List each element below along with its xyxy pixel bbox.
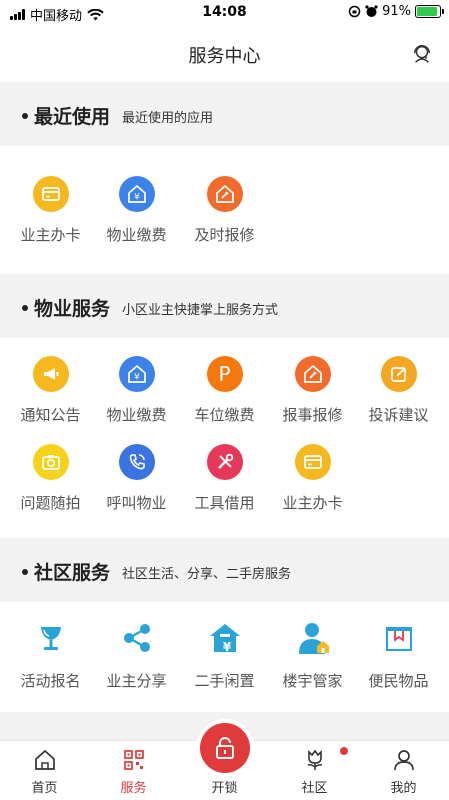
svg-text:¥: ¥ — [134, 373, 140, 383]
tab-label: 服务 — [120, 781, 147, 796]
tab-label: 我的 — [390, 781, 417, 796]
tile-label: 工具借用 — [194, 494, 255, 512]
bullet-dot — [22, 305, 28, 311]
card-icon — [32, 176, 69, 212]
property-panel: 通知公告 ¥ 物业缴费 P 车位缴费 报事报修 投诉建议 问题随拍 呼叫物业 工… — [0, 338, 449, 538]
tab-service[interactable]: 服务 — [89, 741, 178, 800]
svg-text:¥: ¥ — [222, 640, 231, 654]
repair-icon — [206, 176, 243, 212]
property-fee-icon: ¥ — [118, 356, 155, 392]
unlock-button[interactable] — [200, 723, 250, 773]
tab-label: 开锁 — [211, 781, 238, 796]
megaphone-icon — [32, 356, 69, 392]
recent-panel: 业主办卡 ¥ 物业缴费 及时报修 — [0, 146, 449, 274]
tools-icon — [206, 444, 243, 480]
property-item-property-fee[interactable]: ¥ 物业缴费 — [92, 356, 181, 425]
community-panel: 活动报名 业主分享 ¥ 二手闲置 楼宇管家 便民物品 — [0, 602, 449, 712]
property-item-parking-fee[interactable]: P 车位缴费 — [180, 356, 269, 425]
status-bar: 中国移动 14:08 91% — [0, 0, 449, 26]
tile-label: 通知公告 — [20, 406, 81, 424]
tile-label: 物业缴费 — [106, 226, 167, 244]
recent-item-owner-card[interactable]: 业主办卡 — [6, 176, 95, 245]
phone-icon — [118, 444, 155, 480]
tile-label: 业主办卡 — [282, 494, 343, 512]
property-item-notice[interactable]: 通知公告 — [6, 356, 95, 425]
box-icon — [379, 618, 419, 658]
community-badge-dot — [340, 747, 348, 755]
svg-text:¥: ¥ — [134, 193, 140, 203]
community-item-event-signup[interactable]: 活动报名 — [6, 618, 95, 691]
house-sale-icon: ¥ — [205, 618, 245, 658]
person-icon — [394, 750, 414, 771]
tile-label: 呼叫物业 — [106, 494, 167, 512]
tile-label: 楼宇管家 — [282, 672, 343, 690]
tile-label: 业主分享 — [106, 672, 167, 690]
share-icon — [117, 618, 157, 658]
community-item-second-hand[interactable]: ¥ 二手闲置 — [180, 618, 269, 691]
alarm-icon — [365, 5, 378, 17]
tab-label: 首页 — [31, 781, 58, 796]
tulip-icon — [307, 749, 323, 770]
community-item-building-butler[interactable]: 楼宇管家 — [268, 618, 357, 691]
tile-label: 物业缴费 — [106, 406, 167, 424]
camera-icon — [32, 444, 69, 480]
section-community-header: 社区服务 社区生活、分享、二手房服务 — [0, 540, 449, 602]
tab-label: 社区 — [301, 781, 328, 796]
bullet-dot — [22, 113, 28, 119]
property-fee-icon: ¥ — [118, 176, 155, 212]
tile-label: 业主办卡 — [20, 226, 81, 244]
tab-home[interactable]: 首页 — [0, 741, 89, 800]
trophy-icon — [31, 618, 71, 658]
tile-label: 及时报修 — [194, 226, 255, 244]
battery-percent: 91% — [382, 4, 411, 19]
section-property-header: 物业服务 小区业主快捷掌上服务方式 — [0, 276, 449, 338]
page-title: 服务中心 — [188, 46, 261, 67]
recent-item-property-fee[interactable]: ¥ 物业缴费 — [92, 176, 181, 245]
grid-icon — [124, 750, 144, 770]
property-item-call-property[interactable]: 呼叫物业 — [92, 444, 181, 513]
unlock-icon — [216, 737, 234, 759]
tile-label: 便民物品 — [368, 672, 429, 690]
card-icon — [294, 444, 331, 480]
butler-icon — [293, 618, 333, 658]
repair-icon — [294, 356, 331, 392]
edit-icon — [380, 356, 417, 392]
section-title: 社区服务 — [34, 562, 111, 584]
parking-glyph: P — [218, 362, 231, 386]
customer-service-icon[interactable] — [411, 43, 433, 65]
battery-icon — [415, 5, 444, 18]
property-item-report-repair[interactable]: 报事报修 — [268, 356, 357, 425]
tile-label: 车位缴费 — [194, 406, 255, 424]
rotation-lock-icon — [348, 5, 361, 18]
property-item-complaint[interactable]: 投诉建议 — [354, 356, 443, 425]
community-item-convenience-goods[interactable]: 便民物品 — [354, 618, 443, 691]
tile-label: 投诉建议 — [368, 406, 429, 424]
tile-label: 二手闲置 — [194, 672, 255, 690]
tab-bar: 首页 服务 开锁 社区 我的 — [0, 719, 449, 800]
parking-icon: P — [206, 356, 243, 392]
section-subtitle: 最近使用的应用 — [122, 111, 214, 126]
property-item-owner-card[interactable]: 业主办卡 — [268, 444, 357, 513]
recent-item-repair[interactable]: 及时报修 — [180, 176, 269, 245]
property-item-tool-borrow[interactable]: 工具借用 — [180, 444, 269, 513]
tile-label: 报事报修 — [282, 406, 343, 424]
section-title: 物业服务 — [34, 298, 111, 320]
home-icon — [35, 749, 55, 770]
bullet-dot — [22, 569, 28, 575]
section-title: 最近使用 — [34, 106, 111, 128]
tab-mine[interactable]: 我的 — [359, 741, 448, 800]
section-subtitle: 社区生活、分享、二手房服务 — [122, 567, 292, 582]
section-recent-header: 最近使用 最近使用的应用 — [0, 84, 449, 146]
tile-label: 问题随拍 — [20, 494, 81, 512]
nav-bar: 服务中心 — [0, 26, 449, 82]
tile-label: 活动报名 — [20, 672, 81, 690]
section-subtitle: 小区业主快捷掌上服务方式 — [122, 303, 279, 318]
property-item-photo-report[interactable]: 问题随拍 — [6, 444, 95, 513]
community-item-owner-share[interactable]: 业主分享 — [92, 618, 181, 691]
